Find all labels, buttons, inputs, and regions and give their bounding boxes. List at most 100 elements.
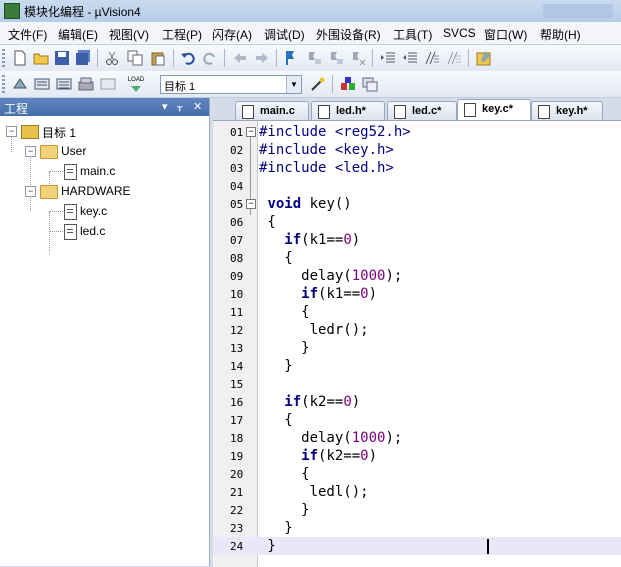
toolbar-grip[interactable] [2,49,5,67]
menu-project[interactable]: 工程(P) [162,26,202,43]
tab-key-h[interactable]: key.h* [531,101,603,120]
undo-icon[interactable] [180,50,196,66]
code-line[interactable]: 23 } [213,519,621,537]
tab-key-c[interactable]: key.c* [457,99,531,121]
uncomment-icon[interactable] [446,50,462,66]
new-file-icon[interactable] [12,50,28,66]
nav-forward-icon[interactable] [254,50,270,66]
cut-icon[interactable] [104,50,120,66]
tab-main-c[interactable]: main.c [235,101,309,120]
code-line[interactable]: 10 if(k1==0) [213,285,621,303]
menu-help[interactable]: 帮助(H) [540,26,581,43]
tree-node-file[interactable]: main.c [0,162,200,180]
tree-node-group[interactable]: − HARDWARE [0,182,200,200]
code-line[interactable]: 22 } [213,501,621,519]
code-line[interactable]: 18 delay(1000); [213,429,621,447]
code-line[interactable]: 19 if(k2==0) [213,447,621,465]
window-controls[interactable] [543,4,613,18]
save-all-icon[interactable] [75,50,91,66]
code-line[interactable]: 16 if(k2==0) [213,393,621,411]
translate-icon[interactable] [12,76,28,92]
menu-debug[interactable]: 调试(D) [264,26,305,43]
menu-view[interactable]: 视图(V) [109,26,149,43]
comment-icon[interactable] [424,50,440,66]
code-line[interactable]: 21 ledl(); [213,483,621,501]
code-line[interactable]: 20 { [213,465,621,483]
code-line[interactable]: 06 { [213,213,621,231]
batch-build-icon[interactable] [78,76,94,92]
code-text: delay(1000); [259,430,403,446]
menu-edit[interactable]: 编辑(E) [58,26,98,43]
pin-icon[interactable]: ᚁ [177,100,182,113]
code-line[interactable]: 09 delay(1000); [213,267,621,285]
copy-icon[interactable] [127,50,143,66]
target-options-icon[interactable] [310,76,326,92]
file-extensions-icon[interactable] [362,76,378,92]
load-button[interactable]: LOAD [124,76,148,92]
chevron-down-icon[interactable]: ▼ [286,76,301,93]
paste-icon[interactable] [150,50,166,66]
menu-peripherals[interactable]: 外围设备(R) [316,26,381,43]
tree-node-file[interactable]: key.c [0,202,200,220]
code-line[interactable]: 15 [213,375,621,393]
tree-node-target[interactable]: − 目标 1 [0,122,200,140]
menu-tools[interactable]: 工具(T) [393,26,432,43]
line-number: 14 [230,360,244,373]
code-line[interactable]: 08 { [213,249,621,267]
configure-icon[interactable] [476,50,492,66]
collapse-icon[interactable]: − [25,186,36,197]
code-line[interactable]: 05− void key() [213,195,621,213]
save-icon[interactable] [54,50,70,66]
code-line[interactable]: 03 #include <led.h> [213,159,621,177]
tree-node-file[interactable]: led.c [0,222,200,240]
code-line[interactable]: 17 { [213,411,621,429]
code-line[interactable]: 02 #include <key.h> [213,141,621,159]
nav-back-icon[interactable] [232,50,248,66]
stop-build-icon[interactable] [100,76,116,92]
close-icon[interactable]: ✕ [193,100,202,113]
tab-label: key.h* [556,105,588,117]
load-label: LOAD [127,77,145,83]
rebuild-icon[interactable] [56,76,72,92]
manage-components-icon[interactable] [340,76,356,92]
clear-bookmarks-icon[interactable] [350,50,366,66]
project-panel: 工程 ▾ ᚁ ✕ − 目标 1 − User main.c − HARDWARE [0,98,210,566]
tab-led-h[interactable]: led.h* [311,101,385,120]
code-line[interactable]: 11 { [213,303,621,321]
tree-node-group[interactable]: − User [0,142,200,160]
menu-flash[interactable]: 闪存(A) [212,26,252,43]
fold-toggle-icon[interactable]: − [246,127,256,137]
code-line[interactable]: 01− #include <reg52.h> [213,123,621,141]
line-number: 12 [230,324,244,337]
build-icon[interactable] [34,76,50,92]
fold-toggle-icon[interactable]: − [246,199,256,209]
menu-file[interactable]: 文件(F) [8,26,47,43]
code-line[interactable]: 14 } [213,357,621,375]
next-bookmark-icon[interactable] [328,50,344,66]
code-line[interactable]: 07 if(k1==0) [213,231,621,249]
menu-svcs[interactable]: SVCS [443,26,476,40]
code-text: } [259,520,293,536]
code-line[interactable]: 12 ledr(); [213,321,621,339]
target-select[interactable]: 目标 1 ▼ [160,75,302,94]
redo-icon[interactable] [202,50,218,66]
code-line[interactable]: 13 } [213,339,621,357]
code-text: if(k1==0) [284,232,361,248]
toolbar-grip[interactable] [2,75,5,93]
line-number: 02 [230,144,244,157]
tab-led-c[interactable]: led.c* [387,101,457,120]
unindent-icon[interactable] [402,50,418,66]
code-editor[interactable]: 01− #include <reg52.h> 02 #include <key.h> 0… [213,120,621,567]
menu-window[interactable]: 窗口(W) [484,26,527,43]
code-line[interactable]: 24 } [213,537,621,555]
collapse-icon[interactable]: − [6,126,17,137]
code-line[interactable]: 04 [213,177,621,195]
collapse-icon[interactable]: − [25,146,36,157]
code-text: #include <led.h> [259,160,394,176]
indent-icon[interactable] [380,50,396,66]
bookmark-icon[interactable] [284,50,300,66]
panel-menu-icon[interactable]: ▾ [162,100,168,113]
folder-icon [40,185,58,199]
open-folder-icon[interactable] [33,50,49,66]
prev-bookmark-icon[interactable] [306,50,322,66]
